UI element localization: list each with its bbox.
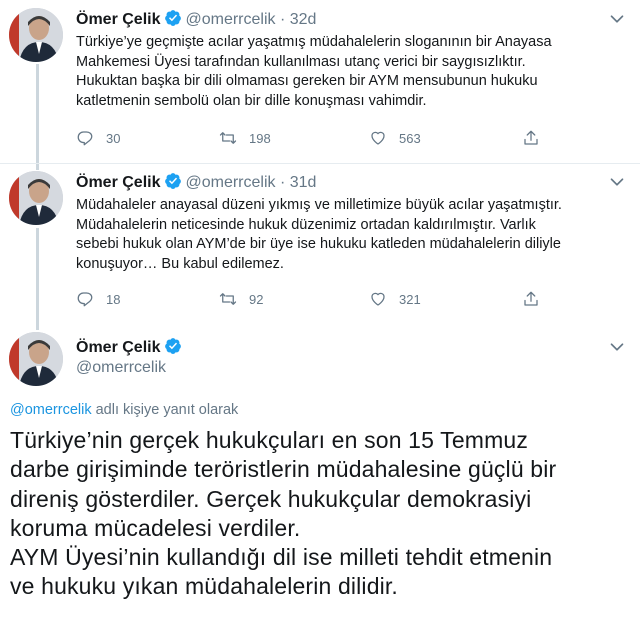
tweet-text-line: Müdahaleler anayasal düzeni yıkmış ve mi…: [76, 197, 562, 213]
avatar[interactable]: [9, 332, 63, 386]
retweet-button[interactable]: 198: [219, 128, 271, 148]
retweet-button[interactable]: 92: [219, 289, 263, 309]
tweet-text: Türkiye’ye geçmişte acılar yaşatmış müda…: [76, 33, 621, 111]
like-count: 321: [399, 291, 421, 307]
reply-icon: [76, 129, 94, 147]
main-tweet-text: Türkiye’nin gerçek hukukçuları en son 15…: [10, 426, 635, 602]
avatar[interactable]: [9, 171, 63, 225]
tweet[interactable]: Ömer Çelik @omerrcelik · 31d Müdahaleler …: [0, 163, 640, 323]
tweet[interactable]: Ömer Çelik @omerrcelik · 32d Türkiye’ye g…: [0, 0, 640, 163]
tweet-text-line: konuşuyor… Bu kabul edilemez.: [76, 255, 284, 272]
main-tweet-header: Ömer Çelik: [76, 337, 185, 358]
verified-badge-icon: [164, 337, 182, 355]
author-name[interactable]: Ömer Çelik: [76, 11, 160, 28]
main-tweet-text-line: Türkiye’nin gerçek hukukçuları en son 15…: [10, 427, 528, 453]
heart-icon: [369, 129, 387, 147]
separator-dot: ·: [279, 11, 286, 28]
retweet-icon: [219, 129, 237, 147]
reply-button[interactable]: 18: [76, 289, 120, 309]
author-name[interactable]: Ömer Çelik: [76, 339, 160, 356]
main-tweet-text-line: AYM Üyesi’nin kullandığı dil ise milleti…: [10, 544, 553, 571]
tweet-header: Ömer Çelik @omerrcelik · 31d: [76, 172, 316, 193]
heart-icon: [369, 290, 387, 308]
reply-icon: [76, 290, 94, 308]
tweet-text-line: sebebi hukuk olan AYM’de bir üye ise huk…: [76, 236, 561, 253]
reply-mention-link[interactable]: @omerrcelik: [10, 402, 92, 418]
avatar[interactable]: [9, 8, 63, 62]
retweet-count: 92: [249, 291, 264, 307]
author-handle[interactable]: @omerrcelik: [185, 174, 275, 191]
reply-count: 18: [106, 291, 121, 307]
tweet-actions: 18 92 321: [76, 289, 556, 309]
verified-badge-icon: [164, 172, 182, 190]
reply-button[interactable]: 30: [76, 128, 120, 148]
retweet-icon: [219, 290, 237, 308]
chevron-down-icon[interactable]: [606, 171, 628, 193]
reply-context-text: adlı kişiye yanıt olarak: [91, 402, 239, 418]
share-button[interactable]: [522, 289, 552, 309]
author-name[interactable]: Ömer Çelik: [76, 174, 160, 191]
tweet-time[interactable]: 31d: [290, 174, 317, 191]
reply-context: @omerrcelik adlı kişiye yanıt olarak: [10, 402, 238, 418]
reply-count: 30: [106, 130, 121, 146]
like-count: 563: [399, 130, 421, 146]
chevron-down-icon[interactable]: [606, 8, 628, 30]
share-icon: [522, 129, 540, 147]
tweet-text-line: katletmenin sembolü olan bir dille konuş…: [76, 92, 427, 109]
share-icon: [522, 290, 540, 308]
tweet-text-line: Türkiye’ye geçmişte acılar yaşatmış müda…: [76, 34, 552, 50]
main-tweet-text-line: ve hukuku yıkan müdahalelerin dilidir.: [10, 573, 398, 600]
verified-badge-icon: [164, 9, 182, 27]
tweet-header: Ömer Çelik @omerrcelik · 32d: [76, 9, 316, 30]
like-button[interactable]: 563: [369, 128, 421, 148]
tweet-actions: 30 198 563: [76, 128, 556, 148]
tweet-text-line: Hukuktan başka bir dili olmaması gereken…: [76, 73, 538, 90]
tweet-text-line: Müdahalelerin neticesinde hukuk düzenimi…: [76, 216, 536, 233]
main-tweet-text-line: darbe girişiminde teröristlerin müdahale…: [10, 456, 557, 483]
retweet-count: 198: [249, 130, 271, 146]
like-button[interactable]: 321: [369, 289, 421, 309]
separator-dot: ·: [279, 174, 286, 191]
tweet-text: Müdahaleler anayasal düzeni yıkmış ve mi…: [76, 196, 621, 274]
main-tweet-text-line: koruma mücadelesi verdiler.: [10, 514, 301, 541]
tweet-time[interactable]: 32d: [290, 11, 317, 28]
tweet-text-line: Mahkemesi Üyesi tarafından kullanılması …: [76, 53, 526, 70]
author-handle[interactable]: @omerrcelik: [76, 359, 166, 377]
share-button[interactable]: [522, 128, 552, 148]
chevron-down-icon[interactable]: [606, 336, 628, 358]
author-handle[interactable]: @omerrcelik: [185, 11, 275, 28]
main-tweet-text-line: direniş gösterdiler. Gerçek hukukçular d…: [10, 485, 532, 512]
